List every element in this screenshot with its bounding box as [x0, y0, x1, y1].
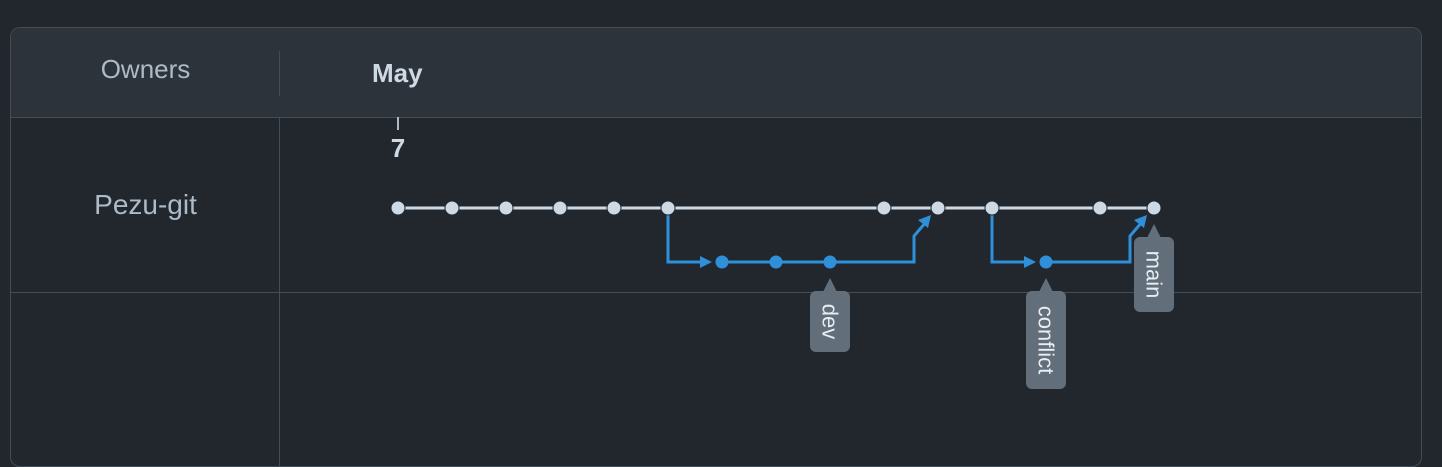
dev-branch-out-line — [666, 208, 706, 264]
commit-dot[interactable] — [876, 200, 892, 216]
commit-dot[interactable] — [660, 200, 676, 216]
commit-dot[interactable] — [606, 200, 622, 216]
commit-dot[interactable] — [1146, 200, 1162, 216]
branch-tag-dev[interactable]: dev — [810, 278, 850, 352]
commit-dot[interactable] — [930, 200, 946, 216]
commit-dot[interactable] — [552, 200, 568, 216]
branch-tag-dev-label: dev — [818, 304, 843, 339]
commit-dot[interactable] — [1092, 200, 1108, 216]
branch-commit-dot[interactable] — [1039, 255, 1053, 269]
day-label: 7 — [391, 133, 405, 163]
branch-tag-main-label: main — [1142, 251, 1167, 299]
commit-dot[interactable] — [390, 200, 406, 216]
conflict-branch-arrow-icon — [1024, 256, 1036, 268]
branch-tag-conflict[interactable]: conflict — [1026, 278, 1066, 389]
branch-commit-dot[interactable] — [823, 255, 837, 269]
dev-branch-arrow-icon — [700, 256, 712, 268]
branch-commit-dot[interactable] — [715, 255, 729, 269]
conflict-branch-merge-line — [1046, 221, 1144, 264]
commit-dot[interactable] — [444, 200, 460, 216]
dev-branch-merge-line — [722, 221, 928, 264]
commit-dot[interactable] — [984, 200, 1000, 216]
branch-tag-conflict-label: conflict — [1034, 306, 1059, 374]
branch-commit-dot[interactable] — [769, 255, 783, 269]
conflict-branch-out-line — [990, 208, 1030, 264]
branch-tag-main[interactable]: main — [1134, 224, 1174, 312]
commit-graph: 7 dev conflict main — [390, 117, 1174, 389]
commit-dot[interactable] — [498, 200, 514, 216]
